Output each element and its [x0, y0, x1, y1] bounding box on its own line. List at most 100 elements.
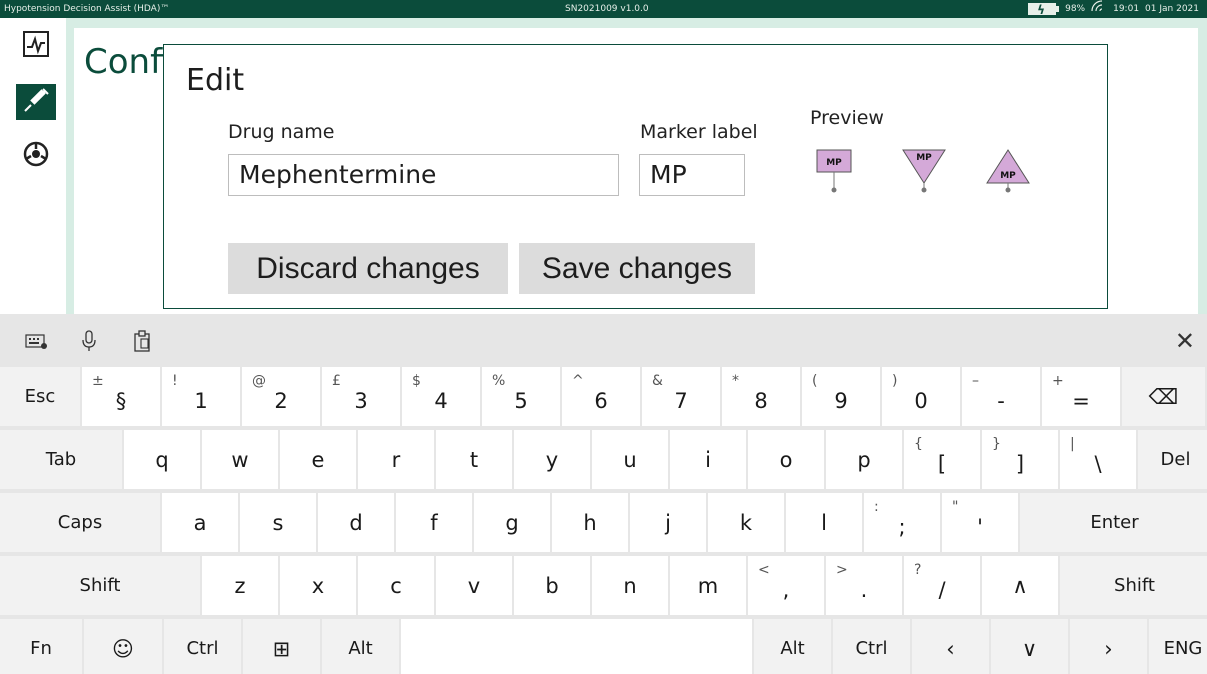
- key-a[interactable]: a: [162, 493, 240, 554]
- page-title: Confi: [84, 42, 172, 82]
- sidebar-item-settings[interactable]: [16, 138, 56, 174]
- key-secondary-label: ^: [572, 373, 584, 389]
- key-8[interactable]: * 8: [722, 367, 802, 428]
- keyboard-settings-icon[interactable]: [24, 329, 48, 353]
- key-label: 9: [834, 388, 848, 413]
- key-9[interactable]: (9: [802, 367, 882, 428]
- key-symbol-3-8[interactable]: <,: [748, 556, 826, 617]
- key-x[interactable]: x: [280, 556, 358, 617]
- key-label: =: [1072, 388, 1090, 413]
- key-z[interactable]: z: [202, 556, 280, 617]
- key-i[interactable]: i: [670, 430, 748, 491]
- key-alt[interactable]: Alt: [754, 619, 833, 674]
- key-caps[interactable]: Caps: [0, 493, 162, 554]
- key-g[interactable]: g: [474, 493, 552, 554]
- clock-date: 01 Jan 2021: [1145, 4, 1199, 14]
- key-secondary-label: (: [812, 373, 818, 389]
- key-esc[interactable]: Esc: [0, 367, 82, 428]
- key-y[interactable]: y: [514, 430, 592, 491]
- key-b[interactable]: b: [514, 556, 592, 617]
- key-7[interactable]: & 7: [642, 367, 722, 428]
- preview-marker-down-text: MP: [916, 153, 932, 163]
- key-ctrl[interactable]: Ctrl: [164, 619, 243, 674]
- key-symbol-4-9[interactable]: ∨: [991, 619, 1070, 674]
- key-d[interactable]: d: [318, 493, 396, 554]
- key-n[interactable]: n: [592, 556, 670, 617]
- close-icon[interactable]: ✕: [1175, 327, 1195, 355]
- drug-name-input[interactable]: Mephentermine: [228, 154, 619, 196]
- key-k[interactable]: k: [708, 493, 786, 554]
- key-j[interactable]: j: [630, 493, 708, 554]
- marker-label-input[interactable]: MP: [639, 154, 745, 196]
- sidebar-item-drugs[interactable]: [16, 84, 56, 120]
- key-symbol-4-3[interactable]: ⊞: [243, 619, 322, 674]
- key-eng[interactable]: ENG: [1149, 619, 1207, 674]
- key-p[interactable]: p: [826, 430, 904, 491]
- key-label: 7: [674, 388, 688, 413]
- key-symbol-0-1[interactable]: ± §: [82, 367, 162, 428]
- key-u[interactable]: u: [592, 430, 670, 491]
- key-label: /: [938, 577, 946, 602]
- key-symbol-4-1[interactable]: ☺: [84, 619, 164, 674]
- touch-keyboard: ✕ Esc ± §! 1 @2 £3 $4% 5 ^ 6 & 7 * 8(9) 0– - + = ⌫ Tab q w e r t…: [0, 314, 1207, 674]
- key-0[interactable]: ) 0: [882, 367, 962, 428]
- key-r[interactable]: r: [358, 430, 436, 491]
- key-symbol-0-14[interactable]: ⌫: [1122, 367, 1207, 428]
- key-symbol-1-11[interactable]: {[: [904, 430, 982, 491]
- key-symbol-3-11[interactable]: ∧: [982, 556, 1060, 617]
- key-fn[interactable]: Fn: [0, 619, 84, 674]
- key-1[interactable]: ! 1: [162, 367, 242, 428]
- key-o[interactable]: o: [748, 430, 826, 491]
- key-enter[interactable]: Enter: [1020, 493, 1207, 554]
- key-3[interactable]: £3: [322, 367, 402, 428]
- key-del[interactable]: Del: [1138, 430, 1207, 491]
- key-secondary-label: ): [892, 373, 898, 389]
- save-changes-button[interactable]: Save changes: [519, 243, 755, 294]
- key-symbol-1-12[interactable]: }]: [982, 430, 1060, 491]
- clipboard-icon[interactable]: [130, 329, 154, 353]
- key-l[interactable]: l: [786, 493, 864, 554]
- key-tab[interactable]: Tab: [0, 430, 124, 491]
- key-5[interactable]: % 5: [482, 367, 562, 428]
- key-6[interactable]: ^ 6: [562, 367, 642, 428]
- key-4[interactable]: $4: [402, 367, 482, 428]
- key-symbol-3-9[interactable]: >.: [826, 556, 904, 617]
- key-label: Shift: [79, 575, 121, 596]
- key-alt[interactable]: Alt: [322, 619, 401, 674]
- key-label: Fn: [30, 638, 52, 659]
- preview-marker-down-triangle: MP: [902, 149, 946, 199]
- key-symbol-1-13[interactable]: | \: [1060, 430, 1138, 491]
- key-label: l: [821, 510, 827, 535]
- key-label: d: [349, 510, 363, 535]
- key-e[interactable]: e: [280, 430, 358, 491]
- key-symbol-2-10[interactable]: :;: [864, 493, 942, 554]
- key-t[interactable]: t: [436, 430, 514, 491]
- key-symbol-2-11[interactable]: " ': [942, 493, 1020, 554]
- key-f[interactable]: f: [396, 493, 474, 554]
- key-2[interactable]: @2: [242, 367, 322, 428]
- sidebar-item-monitor[interactable]: [16, 28, 56, 64]
- key-m[interactable]: m: [670, 556, 748, 617]
- key-symbol-3-10[interactable]: ? /: [904, 556, 982, 617]
- key-s[interactable]: s: [240, 493, 318, 554]
- key-shift[interactable]: Shift: [0, 556, 202, 617]
- key-v[interactable]: v: [436, 556, 514, 617]
- key-h[interactable]: h: [552, 493, 630, 554]
- key-symbol-0-12[interactable]: – -: [962, 367, 1042, 428]
- key-symbol-4-10[interactable]: ›: [1070, 619, 1149, 674]
- key-q[interactable]: q: [124, 430, 202, 491]
- key-symbol-0-13[interactable]: + =: [1042, 367, 1122, 428]
- key-symbol-4-8[interactable]: ‹: [912, 619, 991, 674]
- key-label: v: [467, 573, 481, 598]
- microphone-icon[interactable]: [77, 329, 101, 353]
- discard-changes-button[interactable]: Discard changes: [228, 243, 508, 294]
- key-ctrl[interactable]: Ctrl: [833, 619, 912, 674]
- key-w[interactable]: w: [202, 430, 280, 491]
- key-label: Caps: [57, 512, 103, 533]
- key-c[interactable]: c: [358, 556, 436, 617]
- key-shift[interactable]: Shift: [1060, 556, 1207, 617]
- key-label: w: [231, 447, 249, 472]
- key-space[interactable]: [401, 619, 754, 674]
- battery-icon: [1028, 1, 1060, 19]
- key-label: [: [937, 451, 947, 476]
